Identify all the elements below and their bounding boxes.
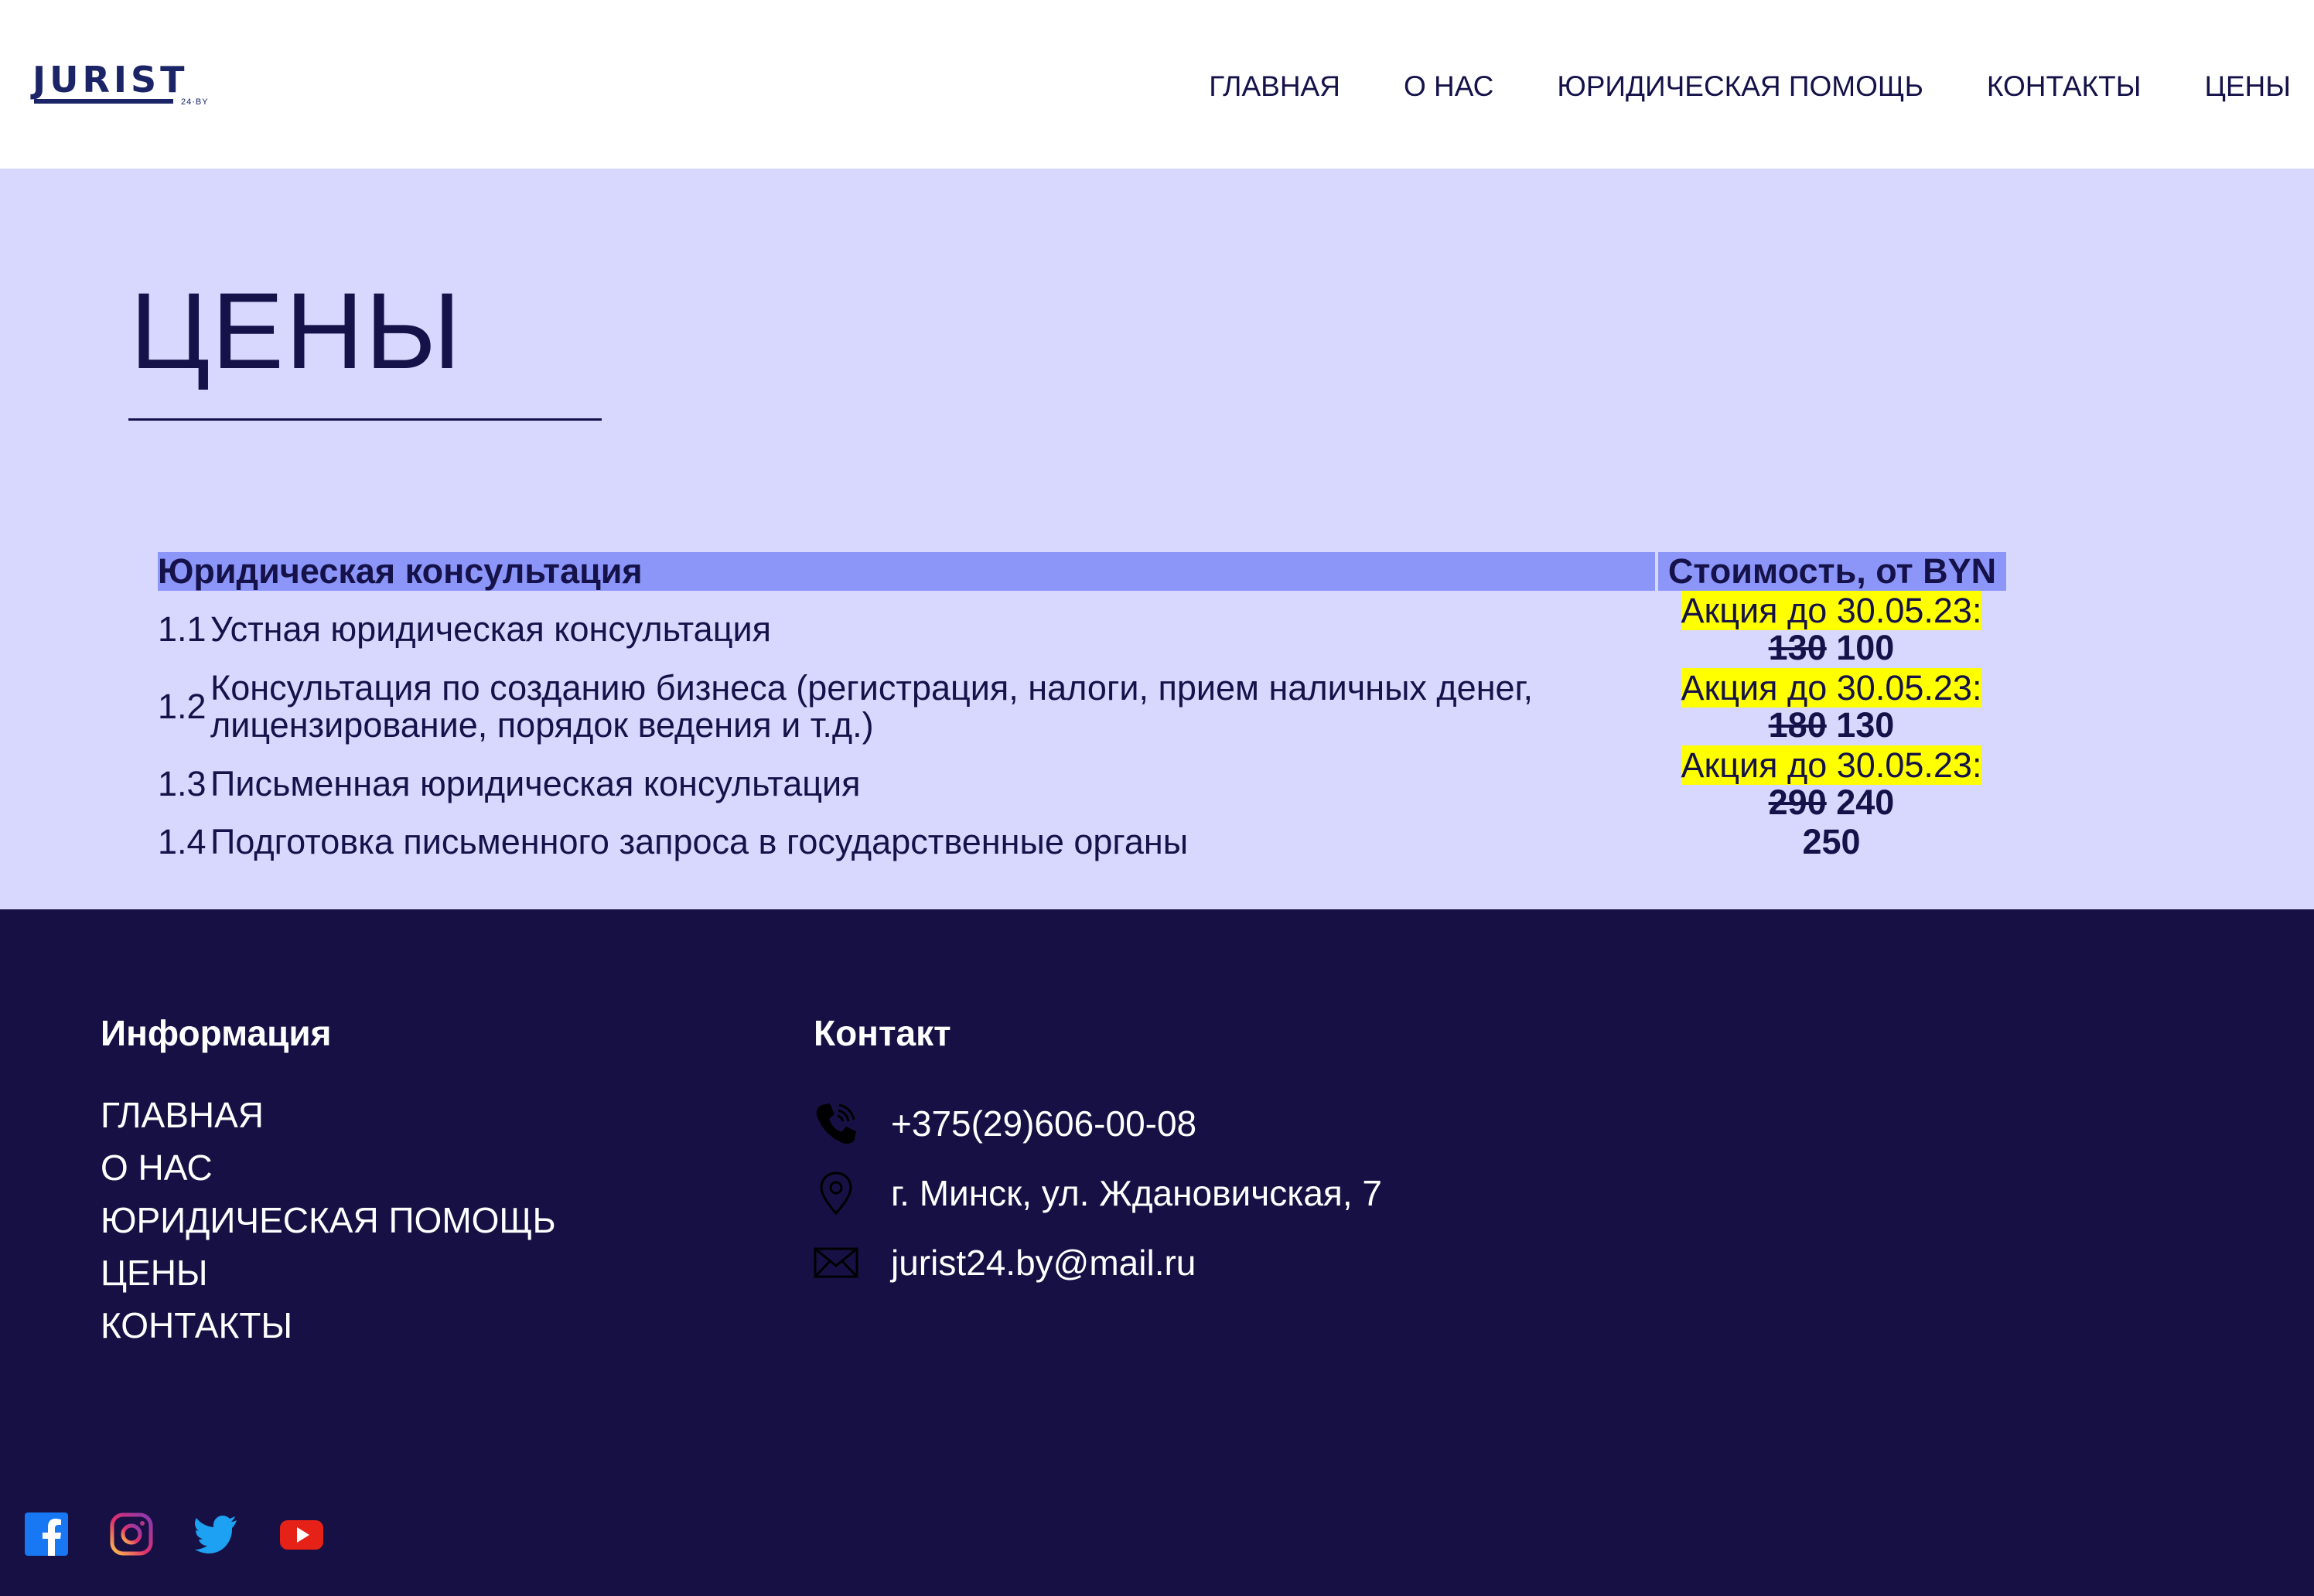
prices-section: ЦЕНЫ Юридическая консультация Стоимость,… <box>0 169 2314 909</box>
table-header-row: Юридическая консультация Стоимость, от B… <box>158 552 2006 591</box>
contact-email[interactable]: jurist24.by@mail.ru <box>812 1228 1382 1298</box>
logo-underline <box>34 99 173 104</box>
logo-subtext: 24·BY <box>181 97 209 107</box>
envelope-icon <box>812 1239 860 1287</box>
old-price: 180 <box>1768 705 1827 745</box>
service-name: Подготовка письменного запроса в государ… <box>210 822 1189 861</box>
site-footer: Информация ГЛАВНАЯ О НАС ЮРИДИЧЕСКАЯ ПОМ… <box>0 909 2314 1596</box>
row-number: 1.3 <box>158 764 206 803</box>
row-number: 1.4 <box>158 822 206 861</box>
nav-item-prices[interactable]: ЦЕНЫ <box>2204 68 2291 105</box>
row-number: 1.1 <box>158 609 206 649</box>
nav-item-contacts[interactable]: КОНТАКТЫ <box>1987 68 2142 105</box>
contact-address-text: г. Минск, ул. Ждановичская, 7 <box>891 1173 1382 1213</box>
footer-link-about[interactable]: О НАС <box>101 1141 556 1194</box>
price-line: 130 100 <box>1657 629 2006 667</box>
contact-address: г. Минск, ул. Ждановичская, 7 <box>812 1158 1382 1228</box>
facebook-icon[interactable] <box>23 1511 70 1557</box>
table-header-price: Стоимость, от BYN <box>1657 552 2006 591</box>
footer-link-legal-help[interactable]: ЮРИДИЧЕСКАЯ ПОМОЩЬ <box>101 1194 556 1246</box>
instagram-icon[interactable] <box>108 1511 155 1557</box>
nav-item-home[interactable]: ГЛАВНАЯ <box>1209 68 1340 105</box>
price-table: Юридическая консультация Стоимость, от B… <box>158 552 2006 861</box>
price-cell: Акция до 30.05.23: 180 130 <box>1657 668 2006 745</box>
site-logo[interactable]: JURIST 24·BY <box>32 59 208 108</box>
youtube-icon[interactable] <box>278 1511 325 1557</box>
old-price: 290 <box>1768 783 1827 822</box>
row-number: 1.2 <box>158 687 206 726</box>
service-name: Консультация по созданию бизнеса (регист… <box>210 668 1533 745</box>
page-title: ЦЕНЫ <box>130 270 462 391</box>
twitter-icon[interactable] <box>193 1511 240 1557</box>
price-cell: Акция до 30.05.23: 290 240 <box>1657 745 2006 823</box>
footer-contacts: +375(29)606-00-08 г. Минск, ул. Жданович… <box>812 1089 1382 1298</box>
title-underline <box>128 418 602 421</box>
price-cell: 250 <box>1657 823 2006 861</box>
price-line: 290 240 <box>1657 784 2006 821</box>
table-row: 1.3 Письменная юридическая консультация … <box>158 745 2006 823</box>
footer-contact-heading: Контакт <box>814 1013 951 1053</box>
footer-link-prices[interactable]: ЦЕНЫ <box>101 1246 556 1299</box>
logo-text: JURIST <box>32 59 189 101</box>
new-price: 250 <box>1802 822 1861 861</box>
price-cell: Акция до 30.05.23: 130 100 <box>1657 591 2006 668</box>
contact-email-text: jurist24.by@mail.ru <box>891 1243 1196 1283</box>
nav-item-legal-help[interactable]: ЮРИДИЧЕСКАЯ ПОМОЩЬ <box>1557 68 1923 105</box>
contact-phone[interactable]: +375(29)606-00-08 <box>812 1089 1382 1158</box>
table-row: 1.4 Подготовка письменного запроса в гос… <box>158 823 2006 861</box>
service-name: Устная юридическая консультация <box>210 609 771 649</box>
phone-icon <box>812 1100 860 1148</box>
footer-links: ГЛАВНАЯ О НАС ЮРИДИЧЕСКАЯ ПОМОЩЬ ЦЕНЫ КО… <box>101 1089 556 1352</box>
table-row: 1.1 Устная юридическая консультация Акци… <box>158 591 2006 668</box>
new-price: 240 <box>1836 783 1895 822</box>
main-nav: ГЛАВНАЯ О НАС ЮРИДИЧЕСКАЯ ПОМОЩЬ КОНТАКТ… <box>1145 68 2291 105</box>
table-row: 1.2 Консультация по созданию бизнеса (ре… <box>158 668 2006 745</box>
new-price: 130 <box>1836 705 1895 745</box>
old-price: 130 <box>1768 628 1827 667</box>
price-line: 180 130 <box>1657 707 2006 744</box>
location-pin-icon <box>812 1169 860 1217</box>
promo-label: Акция до 30.05.23: <box>1681 591 1982 630</box>
site-header: JURIST 24·BY ГЛАВНАЯ О НАС ЮРИДИЧЕСКАЯ П… <box>0 0 2314 169</box>
contact-phone-text: +375(29)606-00-08 <box>891 1103 1197 1144</box>
social-links <box>23 1511 363 1557</box>
new-price: 100 <box>1836 628 1895 667</box>
promo-label: Акция до 30.05.23: <box>1681 745 1982 785</box>
table-header-service: Юридическая консультация <box>158 552 1658 591</box>
footer-link-home[interactable]: ГЛАВНАЯ <box>101 1089 556 1141</box>
footer-info-heading: Информация <box>101 1013 332 1053</box>
footer-link-contacts[interactable]: КОНТАКТЫ <box>101 1299 556 1352</box>
nav-item-about[interactable]: О НАС <box>1404 68 1493 105</box>
promo-label: Акция до 30.05.23: <box>1681 668 1982 708</box>
service-name: Письменная юридическая консультация <box>210 764 861 803</box>
